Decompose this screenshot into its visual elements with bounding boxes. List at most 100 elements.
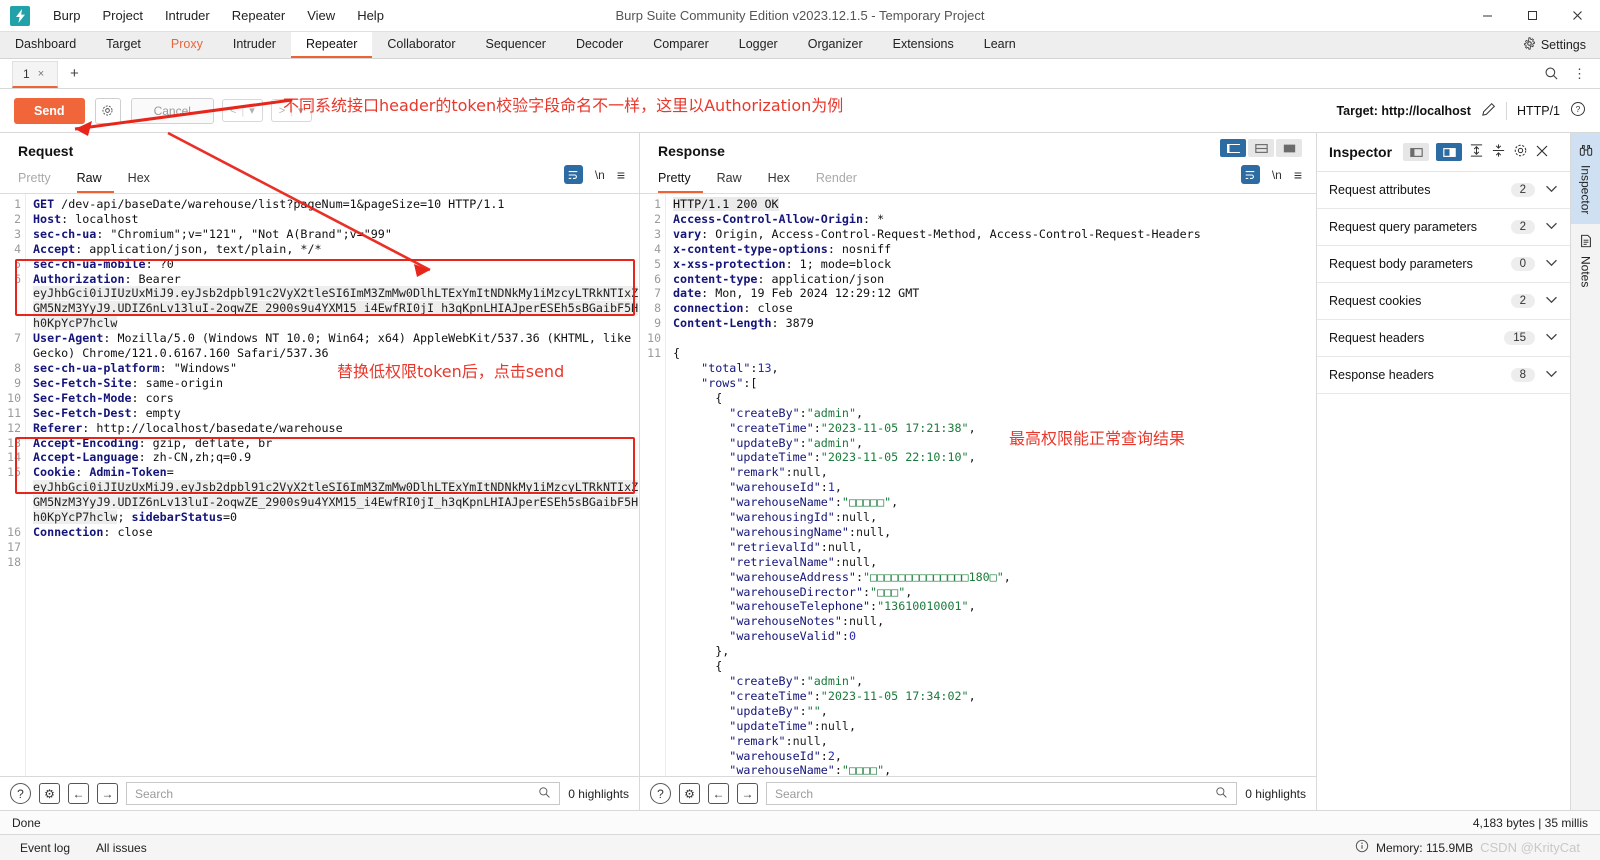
request-tab-raw[interactable]: Raw (76, 167, 114, 193)
edit-target-icon[interactable] (1481, 102, 1496, 120)
inspector-row-request-attributes[interactable]: Request attributes 2 (1317, 172, 1570, 209)
tab-dashboard[interactable]: Dashboard (0, 32, 91, 58)
menu-item-view[interactable]: View (296, 4, 346, 27)
memory-usage-label[interactable]: Memory: 115.9MB (1376, 841, 1473, 855)
settings-button[interactable]: Settings (1515, 32, 1600, 58)
help-icon[interactable]: ? (650, 783, 671, 804)
inspector-row-request-query-parameters[interactable]: Request query parameters 2 (1317, 209, 1570, 246)
search-back-button[interactable]: ← (68, 783, 89, 804)
help-icon[interactable]: ? (1570, 101, 1586, 120)
inspector-row-response-headers[interactable]: Response headers 8 (1317, 357, 1570, 394)
magnifier-icon (538, 786, 551, 802)
search-icon[interactable] (1544, 66, 1559, 81)
inspector-row-count: 15 (1504, 331, 1535, 345)
request-pane: Request Pretty Raw Hex \n ≡ 123456 7 891… (0, 133, 640, 810)
chevron-down-icon[interactable] (1545, 332, 1558, 344)
menu-item-project[interactable]: Project (91, 4, 153, 27)
menu-item-repeater[interactable]: Repeater (221, 4, 296, 27)
word-wrap-icon[interactable] (563, 165, 583, 184)
response-tab-raw[interactable]: Raw (717, 167, 754, 193)
layout-single-pane-button[interactable] (1276, 139, 1302, 157)
chevron-down-icon[interactable] (1545, 184, 1558, 196)
collapse-all-icon[interactable] (1491, 143, 1506, 161)
response-tab-hex[interactable]: Hex (768, 167, 802, 193)
tab-learn[interactable]: Learn (969, 32, 1031, 58)
chevron-down-icon[interactable] (1545, 258, 1558, 270)
inspector-row-request-cookies[interactable]: Request cookies 2 (1317, 283, 1570, 320)
inspector-row-request-body-parameters[interactable]: Request body parameters 0 (1317, 246, 1570, 283)
tab-organizer[interactable]: Organizer (793, 32, 878, 58)
rail-tab-notes[interactable]: Notes (1571, 224, 1600, 297)
inspector-row-label: Request attributes (1329, 183, 1431, 197)
tab-extensions[interactable]: Extensions (878, 32, 969, 58)
repeater-tab-1[interactable]: 1 × (12, 61, 58, 88)
gear-icon[interactable]: ⚙ (679, 783, 700, 804)
request-tab-hex[interactable]: Hex (128, 167, 162, 193)
request-settings-button[interactable] (94, 97, 121, 124)
response-search-input[interactable]: Search (766, 782, 1238, 805)
next-request-button[interactable]: > | ▾ (270, 99, 312, 122)
gear-icon[interactable] (1513, 143, 1528, 161)
maximize-button[interactable] (1510, 0, 1555, 31)
tab-target[interactable]: Target (91, 32, 156, 58)
inspector-row-request-headers[interactable]: Request headers 15 (1317, 320, 1570, 357)
close-icon[interactable] (1535, 144, 1549, 161)
request-body-text[interactable]: GET /dev-api/baseDate/warehouse/list?pag… (26, 194, 639, 776)
add-repeater-tab-button[interactable]: + (58, 59, 91, 88)
layout-vertical-split-button[interactable] (1220, 139, 1246, 157)
event-log-button[interactable]: Event log (20, 841, 70, 855)
inspector-row-count: 8 (1510, 368, 1535, 382)
search-back-button[interactable]: ← (708, 783, 729, 804)
response-highlight-count: 0 highlights (1245, 786, 1306, 801)
burp-logo-icon (10, 5, 30, 26)
target-label: Target: http://localhost (1336, 103, 1471, 118)
menu-item-burp[interactable]: Burp (42, 4, 91, 27)
response-tab-render[interactable]: Render (816, 167, 869, 193)
response-menu-icon[interactable]: ≡ (1294, 167, 1302, 183)
response-tab-pretty[interactable]: Pretty (658, 167, 703, 193)
previous-request-button[interactable]: < | ▾ (221, 99, 263, 122)
http-version-label[interactable]: HTTP/1 (1517, 104, 1560, 118)
word-wrap-icon[interactable] (1240, 165, 1260, 184)
response-editor[interactable]: 1 2 3 4 5 6 7 8 9 10 11 HTTP/1.1 200 OK Access-Cont… (640, 193, 1316, 776)
request-menu-icon[interactable]: ≡ (617, 167, 625, 183)
inspector-layout-left-button[interactable] (1403, 143, 1430, 161)
newline-toggle[interactable]: \n (595, 168, 605, 182)
newline-toggle[interactable]: \n (1272, 168, 1282, 182)
request-tab-pretty[interactable]: Pretty (18, 167, 63, 193)
tab-collaborator[interactable]: Collaborator (372, 32, 470, 58)
minimize-button[interactable] (1465, 0, 1510, 31)
tab-intruder[interactable]: Intruder (218, 32, 291, 58)
search-forward-button[interactable]: → (97, 783, 118, 804)
chevron-down-icon[interactable] (1545, 221, 1558, 233)
search-forward-button[interactable]: → (737, 783, 758, 804)
response-body-text[interactable]: HTTP/1.1 200 OK Access-Control-Allow-Orig… (666, 194, 1316, 776)
inspector-row-label: Request headers (1329, 331, 1425, 345)
tab-repeater[interactable]: Repeater (290, 32, 373, 58)
tab-logger[interactable]: Logger (724, 32, 793, 58)
tab-decoder[interactable]: Decoder (561, 32, 638, 58)
all-issues-button[interactable]: All issues (96, 841, 147, 855)
menu-item-help[interactable]: Help (346, 4, 395, 27)
cancel-button[interactable]: Cancel (130, 97, 214, 124)
request-title: Request (18, 143, 74, 159)
chevron-down-icon[interactable] (1545, 369, 1558, 381)
tab-sequencer[interactable]: Sequencer (470, 32, 560, 58)
request-editor[interactable]: 123456 7 8 9 10 11 12 13 14 15 16 17 18 GET /dev-… (0, 193, 639, 776)
tab-comparer[interactable]: Comparer (638, 32, 724, 58)
help-icon[interactable]: ? (10, 783, 31, 804)
request-search-input[interactable]: Search (126, 782, 561, 805)
close-icon[interactable]: × (38, 68, 44, 80)
layout-horizontal-split-button[interactable] (1248, 139, 1274, 157)
chevron-down-icon[interactable] (1545, 295, 1558, 307)
kebab-menu-icon[interactable]: ⋮ (1573, 66, 1586, 82)
menu-item-intruder[interactable]: Intruder (154, 4, 221, 27)
tab-proxy[interactable]: Proxy (156, 32, 218, 58)
gear-icon[interactable]: ⚙ (39, 783, 60, 804)
main-tab-bar: Dashboard Target Proxy Intruder Repeater… (0, 32, 1600, 59)
close-button[interactable] (1555, 0, 1600, 31)
send-button[interactable]: Send (14, 97, 85, 124)
inspector-layout-right-button[interactable] (1436, 143, 1463, 161)
expand-all-icon[interactable] (1469, 143, 1484, 161)
rail-tab-inspector[interactable]: Inspector (1571, 133, 1600, 225)
